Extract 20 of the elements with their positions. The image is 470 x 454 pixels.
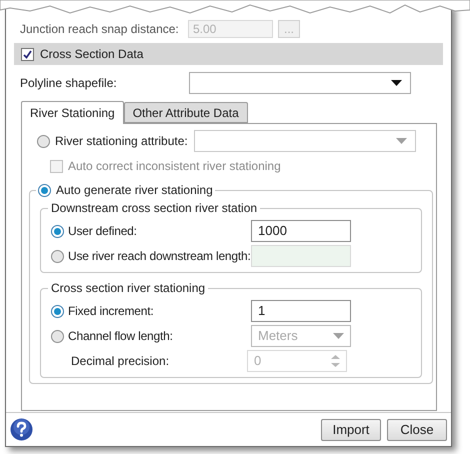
dialog-button[interactable]: Close: [387, 418, 447, 440]
radio-label: User defined:: [68, 223, 138, 240]
radio-label: River stationing attribute:: [55, 133, 189, 150]
spin-value: 0: [254, 352, 262, 370]
group-title: Cross section river stationing: [50, 280, 206, 297]
section-title: Cross Section Data: [40, 46, 144, 63]
radio-label: Channel flow length:: [68, 328, 174, 345]
tab[interactable]: Other Attribute Data: [124, 102, 248, 123]
field-label: Polyline shapefile:: [20, 75, 118, 92]
field-label: Junction reach snap distance:: [20, 21, 180, 38]
dropdown-value: Meters: [258, 327, 298, 346]
input-field[interactable]: 1: [251, 300, 351, 322]
tab[interactable]: River Stationing: [21, 101, 124, 124]
checkbox-label: Auto correct inconsistent river stationing: [68, 158, 281, 175]
radio-label: Auto generate river stationing: [56, 182, 213, 199]
group-title: Downstream cross section river station: [50, 200, 258, 217]
field-label: Decimal precision:: [71, 353, 170, 370]
dialog-button[interactable]: Import: [321, 418, 381, 440]
radio-label: Fixed increment:: [68, 303, 154, 320]
input-field[interactable]: 1000: [251, 220, 351, 242]
